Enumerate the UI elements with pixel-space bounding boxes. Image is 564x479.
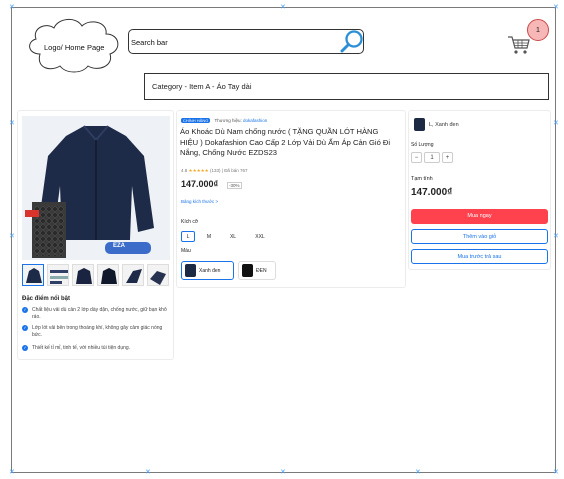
- resize-handle[interactable]: ✕: [553, 4, 559, 11]
- highlights-title: Đặc điểm nổi bật: [22, 296, 71, 302]
- selected-variant: L, Xanh đen: [414, 118, 459, 131]
- quantity-label: Số Lượng: [411, 142, 434, 148]
- resize-handle[interactable]: ✕: [553, 120, 559, 127]
- breadcrumb-text: Category - Item A - Áo Tay dài: [152, 82, 252, 91]
- thumbnail[interactable]: [72, 264, 94, 286]
- add-to-cart-button[interactable]: Thêm vào giỏ: [411, 229, 548, 244]
- search-icon[interactable]: [340, 30, 364, 54]
- quantity-minus-button[interactable]: −: [411, 152, 422, 163]
- quantity-input[interactable]: 1: [424, 152, 440, 163]
- cart-icon[interactable]: [507, 33, 531, 57]
- resize-handle[interactable]: ✕: [145, 469, 151, 476]
- thumbnail[interactable]: [147, 264, 169, 286]
- color-option-black[interactable]: ĐEN: [238, 261, 276, 280]
- quantity-plus-button[interactable]: +: [442, 152, 453, 163]
- official-badge: CHÍNH HÃNG: [181, 118, 211, 123]
- resize-handle[interactable]: ✕: [9, 469, 15, 476]
- color-option-navy[interactable]: Xanh đen: [181, 261, 234, 280]
- resize-handle[interactable]: ✕: [280, 469, 286, 476]
- thumbnail[interactable]: [47, 264, 69, 286]
- star-icon: ★★★★★: [188, 168, 209, 173]
- resize-handle[interactable]: ✕: [9, 120, 15, 127]
- check-icon: ✓: [22, 345, 28, 351]
- review-count[interactable]: (133): [210, 168, 221, 173]
- resize-handle[interactable]: ✕: [9, 4, 15, 11]
- breadcrumb[interactable]: Category - Item A - Áo Tay dài: [144, 73, 549, 100]
- size-option-m[interactable]: M: [202, 231, 216, 242]
- resize-handle[interactable]: ✕: [415, 469, 421, 476]
- quantity-stepper: − 1 +: [411, 152, 453, 163]
- thumbnail[interactable]: [22, 264, 44, 286]
- discount-badge: -30%: [227, 182, 242, 189]
- size-option-xl[interactable]: XL: [225, 231, 241, 242]
- rating-value: 4.8: [181, 168, 188, 173]
- thumbnail[interactable]: [97, 264, 119, 286]
- product-title: Áo Khoác Dù Nam chống nước ( TẶNG QUẦN L…: [180, 127, 391, 157]
- subtotal-label: Tạm tính: [411, 176, 433, 182]
- jacket-image: [22, 116, 170, 260]
- color-swatch: [185, 264, 196, 277]
- brand-prefix: Thương hiệu:: [214, 118, 242, 123]
- highlight-item: ✓ Chất liệu vải dù cản 2 lớp dày dặn, chố…: [22, 307, 167, 320]
- product-price: 147.000₫: [181, 179, 219, 189]
- highlight-item: ✓ Thiết kế tỉ mỉ, tinh tế, với nhiều túi …: [22, 345, 131, 351]
- buy-now-button[interactable]: Mua ngay: [411, 209, 548, 224]
- sold-count: Đã bán 767: [224, 168, 248, 173]
- brand-badge: EZA: [113, 243, 125, 249]
- color-label: Màu: [181, 248, 191, 254]
- resize-handle[interactable]: ✕: [280, 4, 286, 11]
- size-option-xxl[interactable]: XXL: [250, 231, 270, 242]
- check-icon: ✓: [22, 325, 28, 331]
- logo-label[interactable]: Logo/ Home Page: [44, 43, 104, 52]
- color-swatch: [242, 264, 253, 277]
- size-label: Kích cỡ: [181, 219, 199, 225]
- search-placeholder: Search bar: [131, 38, 168, 47]
- variant-thumbnail: [414, 118, 425, 131]
- search-input[interactable]: Search bar: [128, 29, 364, 54]
- product-main-image[interactable]: EZA: [22, 116, 170, 260]
- highlight-item: ✓ Lớp lót vải bên trong thoáng khí, không…: [22, 325, 163, 338]
- check-icon: ✓: [22, 307, 28, 313]
- resize-handle[interactable]: ✕: [553, 469, 559, 476]
- brand-link[interactable]: dokafashion: [243, 118, 267, 123]
- resize-handle[interactable]: ✕: [553, 233, 559, 240]
- size-chart-link[interactable]: Bảng kích thước >: [181, 199, 218, 204]
- brand-line: CHÍNH HÃNG Thương hiệu: dokafashion: [181, 118, 267, 123]
- cart-badge: 1: [527, 19, 549, 41]
- rating-line: 4.8 ★★★★★ (133) | Đã bán 767: [181, 168, 248, 173]
- size-option-l[interactable]: L: [181, 231, 195, 242]
- resize-handle[interactable]: ✕: [9, 233, 15, 240]
- subtotal-value: 147.000₫: [411, 187, 453, 198]
- buy-later-button[interactable]: Mua trước trả sau: [411, 249, 548, 264]
- thumbnail[interactable]: [122, 264, 144, 286]
- thumbnail-strip: [22, 264, 170, 288]
